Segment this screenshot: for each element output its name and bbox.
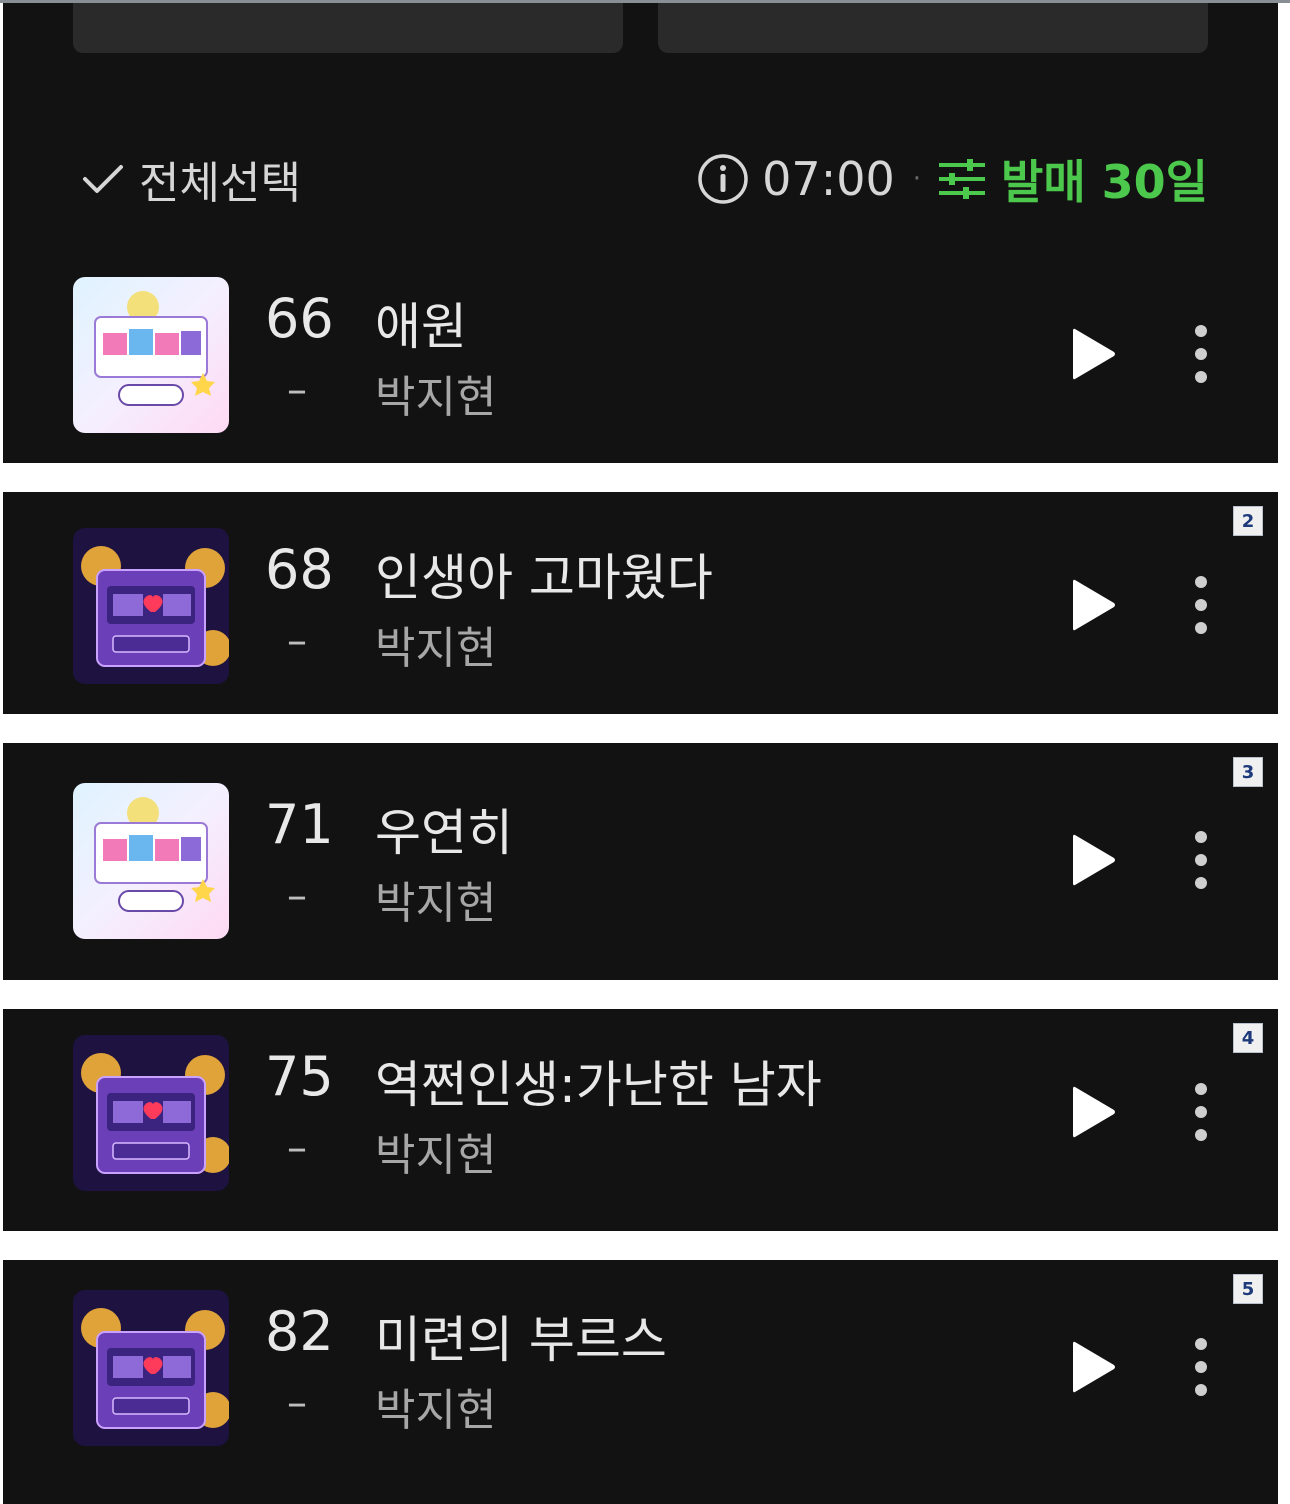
- track-row[interactable]: 75 – 역쩐인생:가난한 남자 박지현: [3, 1033, 1278, 1193]
- rank-number: 71: [265, 793, 334, 856]
- album-art[interactable]: [73, 783, 229, 939]
- page-badge: 2: [1233, 506, 1263, 536]
- more-options-button[interactable]: [1189, 323, 1213, 385]
- more-vertical-icon: [1195, 576, 1207, 634]
- track-artist[interactable]: 박지현: [375, 1374, 496, 1438]
- chart-panel-1: 전체선택 07:00 · 발매 30일 66 – 애원 박지현: [3, 3, 1278, 463]
- more-vertical-icon: [1195, 831, 1207, 889]
- track-title[interactable]: 애원: [375, 287, 467, 359]
- toolbar-right-group: 07:00 · 발매 30일: [696, 149, 1208, 209]
- select-all-label: 전체선택: [139, 158, 301, 209]
- play-icon: [1073, 834, 1115, 886]
- more-options-button[interactable]: [1189, 829, 1213, 891]
- play-icon: [1073, 579, 1115, 631]
- album-art[interactable]: [73, 1290, 229, 1446]
- play-icon: [1073, 1086, 1115, 1138]
- play-button[interactable]: [1069, 1338, 1117, 1396]
- info-icon[interactable]: [696, 152, 750, 206]
- more-vertical-icon: [1195, 1338, 1207, 1396]
- rank-change: –: [287, 367, 307, 413]
- rank-number: 82: [265, 1300, 334, 1363]
- track-row[interactable]: 71 – 우연히 박지현: [3, 781, 1278, 941]
- top-card-left[interactable]: [73, 3, 623, 53]
- play-button[interactable]: [1069, 576, 1117, 634]
- page-badge: 4: [1233, 1023, 1263, 1053]
- rank-change: –: [287, 1380, 307, 1426]
- more-vertical-icon: [1195, 325, 1207, 383]
- track-row[interactable]: 82 – 미련의 부르스 박지현: [3, 1288, 1278, 1448]
- track-row[interactable]: 68 – 인생아 고마웠다 박지현: [3, 526, 1278, 686]
- page-badge: 3: [1233, 757, 1263, 787]
- album-art[interactable]: [73, 1035, 229, 1191]
- rank-change: –: [287, 618, 307, 664]
- sort-filter-label[interactable]: 발매 30일: [1001, 146, 1208, 212]
- check-icon: [81, 159, 125, 199]
- track-title[interactable]: 우연히: [375, 793, 513, 865]
- track-artist[interactable]: 박지현: [375, 1119, 496, 1183]
- more-options-button[interactable]: [1189, 1336, 1213, 1398]
- rank-change: –: [287, 1125, 307, 1171]
- chart-toolbar: 전체선택 07:00 · 발매 30일: [3, 143, 1278, 213]
- track-title[interactable]: 역쩐인생:가난한 남자: [375, 1045, 822, 1117]
- album-art[interactable]: [73, 528, 229, 684]
- play-button[interactable]: [1069, 1083, 1117, 1141]
- more-options-button[interactable]: [1189, 1081, 1213, 1143]
- separator-dot: ·: [912, 164, 921, 194]
- chart-panel-2: 68 – 인생아 고마웠다 박지현: [3, 492, 1278, 714]
- more-options-button[interactable]: [1189, 574, 1213, 636]
- chart-panel-5: 82 – 미련의 부르스 박지현: [3, 1260, 1278, 1504]
- rank-change: –: [287, 873, 307, 919]
- chart-panel-3: 71 – 우연히 박지현: [3, 743, 1278, 980]
- album-art[interactable]: [73, 277, 229, 433]
- play-icon: [1073, 328, 1115, 380]
- rank-number: 68: [265, 538, 334, 601]
- play-icon: [1073, 1341, 1115, 1393]
- rank-number: 75: [265, 1045, 334, 1108]
- select-all-button[interactable]: 전체선택: [81, 149, 301, 209]
- play-button[interactable]: [1069, 831, 1117, 889]
- track-artist[interactable]: 박지현: [375, 867, 496, 931]
- page-badge: 5: [1233, 1274, 1263, 1304]
- rank-number: 66: [265, 287, 334, 350]
- top-card-right[interactable]: [658, 3, 1208, 53]
- track-artist[interactable]: 박지현: [375, 361, 496, 425]
- track-title[interactable]: 인생아 고마웠다: [375, 538, 713, 610]
- track-title[interactable]: 미련의 부르스: [375, 1300, 667, 1372]
- track-artist[interactable]: 박지현: [375, 612, 496, 676]
- update-time: 07:00: [762, 152, 895, 206]
- play-button[interactable]: [1069, 325, 1117, 383]
- more-vertical-icon: [1195, 1083, 1207, 1141]
- track-row[interactable]: 66 – 애원 박지현: [3, 275, 1278, 435]
- filter-sliders-icon[interactable]: [937, 155, 987, 203]
- chart-panel-4: 75 – 역쩐인생:가난한 남자 박지현: [3, 1009, 1278, 1231]
